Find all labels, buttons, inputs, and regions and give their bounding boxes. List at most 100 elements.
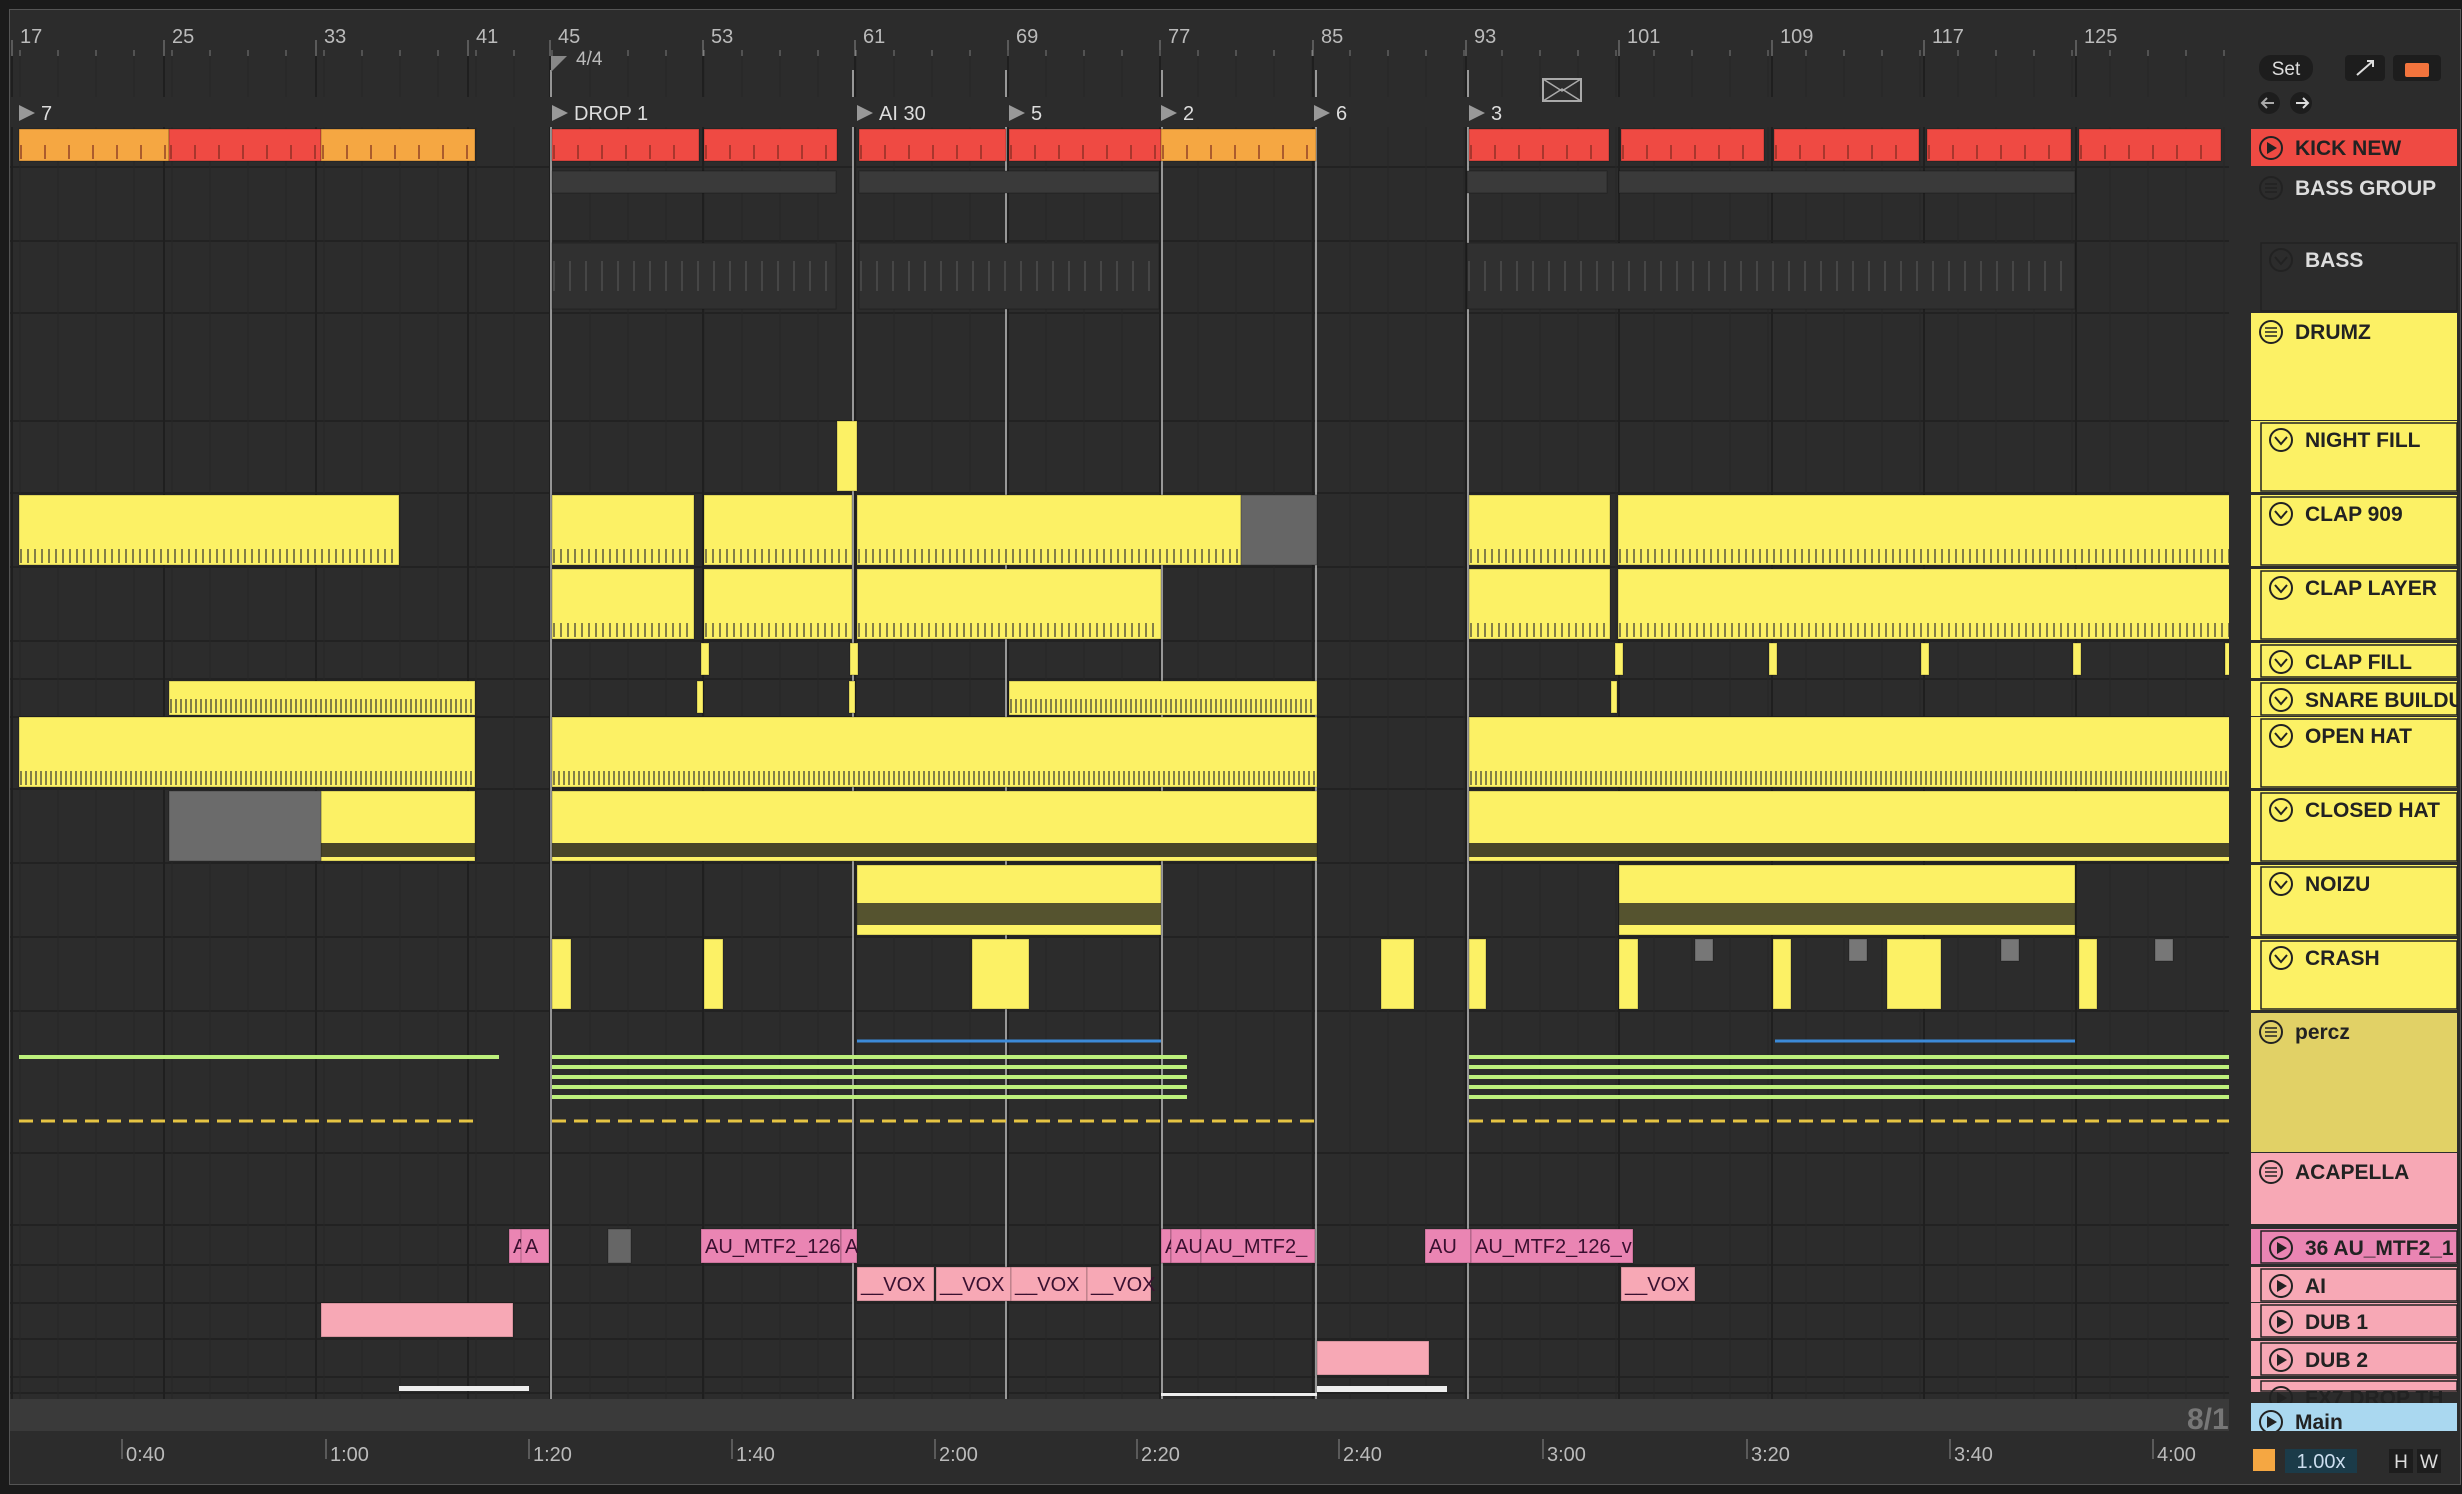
night-fill-clip[interactable] xyxy=(836,420,858,492)
track-header-clap-fill[interactable]: CLAP FILL xyxy=(2251,643,2458,678)
clap-fill-clip[interactable] xyxy=(1768,642,1778,676)
crash-clip[interactable] xyxy=(971,938,1030,1010)
clap-layer-clip[interactable] xyxy=(1468,568,1611,640)
clap-layer-clip[interactable] xyxy=(703,568,853,640)
clap-fill-clip[interactable] xyxy=(1614,642,1624,676)
bar-number: 25 xyxy=(172,26,194,48)
kick-clip[interactable] xyxy=(168,128,322,162)
clap-layer-clip[interactable] xyxy=(1617,568,2232,640)
clap-909-clip-disabled[interactable] xyxy=(1240,494,1318,566)
track-header-percz[interactable]: percz xyxy=(2251,1013,2457,1152)
clip-label: A xyxy=(845,1236,859,1258)
time-label: 2:00 xyxy=(939,1444,978,1466)
bar-number: 125 xyxy=(2084,26,2117,48)
kick-clip[interactable] xyxy=(1160,128,1317,162)
time-ruler[interactable] xyxy=(10,1431,2458,1475)
crash-clip-muted[interactable] xyxy=(1848,938,1868,962)
clap-fill-clip[interactable] xyxy=(2072,642,2082,676)
track-name: DRUMZ xyxy=(2295,321,2371,344)
closed-hat-clip-muted[interactable] xyxy=(168,790,322,862)
track-header-bass[interactable]: BASS xyxy=(2251,241,2458,312)
snare-clip[interactable] xyxy=(168,680,476,716)
bar-number: 53 xyxy=(711,26,733,48)
track-header-ai[interactable]: AI xyxy=(2251,1267,2458,1302)
clap-layer-clip[interactable] xyxy=(856,568,1162,640)
zoom-value: 1.00x xyxy=(2297,1451,2346,1473)
track-header-36-au-mtf2-1[interactable]: 36 AU_MTF2_1 xyxy=(2251,1229,2458,1264)
noizu-waveform xyxy=(1619,903,2075,925)
clap-fill-clip[interactable] xyxy=(700,642,710,676)
clap-909-clip[interactable] xyxy=(703,494,853,566)
track-header-night-fill[interactable]: NIGHT FILL xyxy=(2251,421,2458,492)
track-header-drumz[interactable]: DRUMZ xyxy=(2251,313,2457,420)
bass-group-clip[interactable] xyxy=(858,170,1160,194)
w-button-label: W xyxy=(2420,1452,2438,1473)
bass-group-clip[interactable] xyxy=(551,170,837,194)
track-header-acapella[interactable]: ACAPELLA xyxy=(2251,1153,2457,1224)
time-label: 3:00 xyxy=(1547,1444,1586,1466)
crash-clip[interactable] xyxy=(1618,938,1639,1010)
crash-clip-muted[interactable] xyxy=(1694,938,1714,962)
kick-clip[interactable] xyxy=(2078,128,2222,162)
time-label: 4:00 xyxy=(2157,1444,2196,1466)
kick-clip[interactable] xyxy=(1773,128,1920,162)
kick-clip[interactable] xyxy=(1008,128,1162,162)
clip-label: AU xyxy=(1175,1236,1203,1258)
dub-1-clip[interactable] xyxy=(320,1302,514,1338)
track-header-dub-1[interactable]: DUB 1 xyxy=(2251,1303,2458,1338)
track-name: CLAP 909 xyxy=(2305,503,2403,526)
crash-clip-muted[interactable] xyxy=(2000,938,2020,962)
lock-icon xyxy=(2405,63,2429,77)
fx-clip[interactable] xyxy=(1161,1393,1317,1396)
crash-clip[interactable] xyxy=(551,938,572,1010)
open-hat-clip[interactable] xyxy=(1468,716,2232,788)
kick-clip[interactable] xyxy=(1468,128,1610,162)
crash-clip[interactable] xyxy=(1380,938,1415,1010)
track-header-open-hat[interactable]: OPEN HAT xyxy=(2251,717,2458,788)
snare-clip[interactable] xyxy=(696,680,704,714)
time-label: 2:40 xyxy=(1343,1444,1382,1466)
arrangement-view[interactable]: AAAU_MTF2_126AAAUAU_MTF2_AUAU_MTF2_126_v… xyxy=(10,10,2458,1482)
crash-clip[interactable] xyxy=(1886,938,1942,1010)
clip-label: __VOX xyxy=(860,1274,925,1296)
bass-clip[interactable] xyxy=(1466,242,2076,310)
audio-clip-muted[interactable] xyxy=(607,1228,632,1264)
track-header-closed-hat[interactable]: CLOSED HAT xyxy=(2251,791,2458,862)
track-name: Main xyxy=(2295,1411,2343,1434)
meter-icon[interactable] xyxy=(2253,1449,2275,1471)
track-header-bass-group[interactable]: BASS GROUP xyxy=(2251,169,2457,240)
track-header-kick-new[interactable]: KICK NEW xyxy=(2251,129,2457,166)
clap-909-clip[interactable] xyxy=(18,494,400,566)
kick-clip[interactable] xyxy=(320,128,476,162)
horizontal-scrollbar[interactable] xyxy=(10,1399,2229,1431)
crash-clip[interactable] xyxy=(2078,938,2098,1010)
track-header-crash[interactable]: CRASH xyxy=(2251,939,2458,1010)
dub-2-clip[interactable] xyxy=(1316,1340,1430,1376)
clap-fill-clip[interactable] xyxy=(849,642,859,676)
track-header-main[interactable]: Main xyxy=(2251,1403,2457,1434)
kick-clip[interactable] xyxy=(18,128,170,162)
time-label: 0:40 xyxy=(126,1444,165,1466)
track-header-snare-buildu[interactable]: SNARE BUILDU xyxy=(2251,681,2458,716)
time-signature: 4/4 xyxy=(576,49,603,70)
crash-clip[interactable] xyxy=(703,938,724,1010)
fx-clip[interactable] xyxy=(399,1386,529,1391)
snare-clip[interactable] xyxy=(1610,680,1618,714)
clap-909-clip[interactable] xyxy=(1617,494,2232,566)
crash-clip-muted[interactable] xyxy=(2154,938,2174,962)
clap-fill-clip[interactable] xyxy=(1920,642,1930,676)
bass-group-clip[interactable] xyxy=(1618,170,2076,194)
locator-strip[interactable] xyxy=(10,97,2229,127)
track-header-noizu[interactable]: NOIZU xyxy=(2251,865,2458,936)
crash-clip[interactable] xyxy=(1468,938,1487,1010)
track-header-clap-909[interactable]: CLAP 909 xyxy=(2251,495,2458,566)
clap-909-clip[interactable] xyxy=(1468,494,1611,566)
snare-clip[interactable] xyxy=(848,680,856,714)
bass-clip[interactable] xyxy=(858,242,1160,310)
kick-clip[interactable] xyxy=(703,128,838,162)
track-header-clap-layer[interactable]: CLAP LAYER xyxy=(2251,569,2458,640)
track-header-dub-2[interactable]: DUB 2 xyxy=(2251,1341,2458,1376)
bass-group-clip[interactable] xyxy=(1466,170,1608,194)
crash-clip[interactable] xyxy=(1772,938,1792,1010)
fx-clip[interactable] xyxy=(1317,1386,1447,1392)
